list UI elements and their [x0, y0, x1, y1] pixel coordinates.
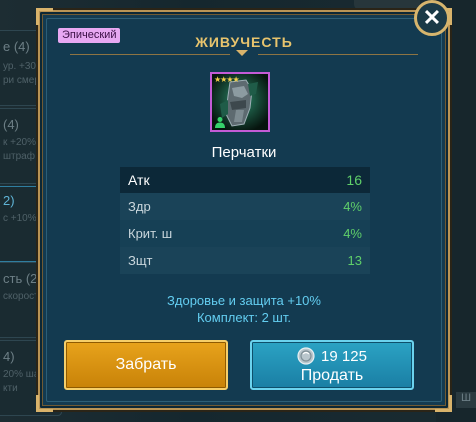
sell-price: 19 125 [252, 346, 412, 366]
title-divider [258, 54, 418, 55]
stat-name: Здр [128, 199, 151, 214]
stat-value: 16 [346, 172, 362, 188]
gauntlet-icon[interactable]: ★★★★ [210, 72, 270, 132]
stat-row-sub: Крит. ш 4% [120, 220, 370, 247]
star-rating: ★★★★ [214, 75, 240, 84]
stats-table: Атк 16 Здр 4% Крит. ш 4% Зщт 13 [120, 167, 370, 274]
stat-name: Атк [128, 172, 150, 188]
background-card-title: e (4) [3, 39, 30, 54]
background-card-sub: штраф с [3, 151, 43, 162]
background-corner-button: Ш [456, 392, 476, 408]
silver-coin-icon [297, 347, 315, 365]
artifact-detail-dialog: Эпический ЖИВУЧЕСТЬ ★★★★ Перчатки Атк 16… [36, 8, 452, 412]
sell-price-value: 19 125 [321, 347, 367, 365]
top-resource-pill [354, 0, 420, 10]
stat-row-main: Атк 16 [120, 167, 370, 193]
title-divider [70, 54, 230, 55]
stat-value: 13 [347, 253, 362, 268]
stat-row-sub: Здр 4% [120, 193, 370, 220]
stat-name: Крит. ш [128, 226, 173, 241]
sell-label: Продать [300, 367, 364, 384]
stat-value: 4% [343, 226, 362, 241]
frame-corner [36, 395, 53, 412]
background-card-sub: скорост [3, 291, 39, 302]
set-bonus-requirement: Комплект: 2 шт. [196, 310, 291, 325]
frame-corner [36, 8, 53, 25]
background-card-title: 2) [3, 193, 15, 208]
frame-corner [435, 395, 452, 412]
sell-button[interactable]: 19 125 Продать [250, 340, 414, 390]
background-card-title: (4) [3, 117, 19, 132]
stat-value: 4% [343, 199, 362, 214]
close-icon[interactable]: ✕ [414, 0, 450, 36]
background-card-sub: кти [3, 383, 18, 394]
take-button[interactable]: Забрать [64, 340, 228, 390]
background-card-title: 4) [3, 349, 15, 364]
background-card-sub: к +20% [3, 137, 37, 148]
stat-name: Зщт [128, 253, 153, 268]
set-bonus-effect: Здоровье и защита +10% [167, 293, 321, 308]
stat-row-sub: Зщт 13 [120, 247, 370, 274]
background-card-sub: с +10% [3, 213, 37, 224]
item-name: Перчатки [211, 144, 277, 161]
title-arrow-icon [236, 50, 248, 56]
set-bonus: Здоровье и защита +10% Комплект: 2 шт. [40, 292, 448, 326]
background-card-title: сть (2) [3, 271, 42, 286]
set-title: ЖИВУЧЕСТЬ [195, 34, 293, 50]
background-card-sub: ри смер [3, 75, 40, 86]
hero-silhouette-icon [215, 117, 225, 128]
